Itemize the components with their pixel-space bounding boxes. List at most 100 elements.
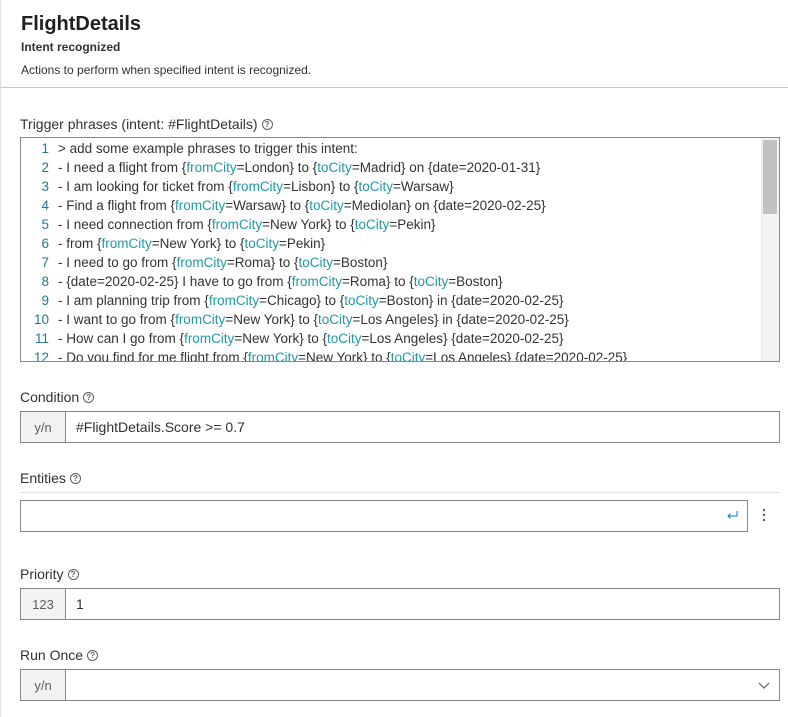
- line-number: 4: [41, 198, 49, 213]
- entity-name: fromCity: [291, 274, 343, 289]
- phrase-text: - Find a flight from {: [58, 198, 176, 213]
- editor-line[interactable]: 10- I want to go from {fromCity=New York…: [21, 312, 761, 331]
- phrase-text: =Warsaw} to {: [225, 198, 310, 213]
- phrase-text: - {date=2020-02-25} I have to go from {: [58, 274, 292, 289]
- line-code: - I need to go from {fromCity=Roma} to {…: [49, 255, 387, 274]
- priority-field[interactable]: 123 1: [20, 588, 780, 620]
- phrase-text: - I am planning trip from {: [58, 293, 209, 308]
- phrase-text: =Los Angeles} {date=2020-02-25}: [361, 331, 564, 346]
- phrase-text: =London} to {: [236, 160, 318, 175]
- editor-line[interactable]: 12- Do you find for me flight from {from…: [21, 350, 761, 362]
- priority-input[interactable]: 1: [76, 589, 84, 619]
- phrase-text: =New York} to {: [225, 312, 319, 327]
- entity-name: toCity: [244, 236, 279, 251]
- phrase-text: =Los Angeles} in {date=2020-02-25}: [352, 312, 569, 327]
- phrase-text: =Chicago} to {: [259, 293, 345, 308]
- line-number: 3: [41, 179, 49, 194]
- line-number: 8: [41, 274, 49, 289]
- entity-name: fromCity: [175, 312, 226, 327]
- line-number: 10: [33, 312, 49, 327]
- priority-type-prefix: 123: [21, 589, 66, 619]
- editor-line[interactable]: 7- I need to go from {fromCity=Roma} to …: [21, 255, 761, 274]
- phrase-text: =Los Angeles} {date=2020-02-25}: [425, 350, 628, 362]
- page-title: FlightDetails: [21, 13, 142, 35]
- editor-lines: 1 > add some example phrases to trigger t…: [21, 141, 761, 362]
- condition-field[interactable]: y/n #FlightDetails.Score >= 0.7: [20, 411, 780, 443]
- entity-name: fromCity: [211, 217, 263, 232]
- page-subtitle: Intent recognized: [21, 40, 121, 54]
- line-code: - from {fromCity=New York} to {toCity=Pe…: [49, 236, 325, 255]
- editor-line[interactable]: 6- from {fromCity=New York} to {toCity=P…: [21, 236, 761, 255]
- entities-label: Entities ?: [20, 470, 81, 486]
- entity-name: fromCity: [101, 236, 152, 251]
- line-code: - How can I go from {fromCity=New York} …: [49, 331, 563, 350]
- line-number: 6: [41, 236, 49, 251]
- entity-name: toCity: [390, 350, 426, 362]
- entity-name: toCity: [413, 274, 449, 289]
- phrase-text: - I need a flight from {: [58, 160, 187, 175]
- phrase-text: =New York} to {: [262, 217, 355, 232]
- phrase-text: =Boston}: [333, 255, 388, 270]
- phrase-text: =New York} to {: [151, 236, 245, 251]
- editor-line[interactable]: 5- I need connection from {fromCity=New …: [21, 217, 761, 236]
- line-number: 2: [41, 160, 49, 175]
- editor-line[interactable]: 9- I am planning trip from {fromCity=Chi…: [21, 293, 761, 312]
- entity-name: fromCity: [184, 331, 235, 346]
- editor-scrollbar[interactable]: [761, 138, 779, 361]
- line-number: 12: [33, 350, 49, 362]
- phrase-text: =Boston}: [448, 274, 503, 289]
- help-circle-icon[interactable]: ?: [87, 649, 99, 661]
- phrase-text: =Pekin}: [389, 217, 436, 232]
- editor-line[interactable]: 4- Find a flight from {fromCity=Warsaw} …: [21, 198, 761, 217]
- condition-input[interactable]: #FlightDetails.Score >= 0.7: [76, 412, 245, 442]
- page-header: FlightDetails Intent recognized Actions …: [1, 0, 788, 88]
- line-code: > add some example phrases to trigger th…: [49, 141, 358, 160]
- run-once-field[interactable]: y/n: [20, 669, 780, 701]
- phrase-text: =Roma} to {: [226, 255, 299, 270]
- enter-icon[interactable]: [725, 509, 739, 525]
- editor-line[interactable]: 2- I need a flight from {fromCity=London…: [21, 160, 761, 179]
- editor-line[interactable]: 3- I am looking for ticket from {fromCit…: [21, 179, 761, 198]
- trigger-phrases-label-text: Trigger phrases (intent: #FlightDetails): [20, 116, 258, 132]
- phrase-text: - I want to go from {: [58, 312, 176, 327]
- priority-label-text: Priority: [20, 566, 64, 582]
- run-once-label-text: Run Once: [20, 647, 84, 663]
- phrase-text: - from {: [58, 236, 102, 251]
- trigger-phrases-editor[interactable]: 1 > add some example phrases to trigger t…: [20, 137, 780, 362]
- phrase-text: =New York} to {: [234, 331, 328, 346]
- line-code: - I want to go from {fromCity=New York} …: [49, 312, 569, 331]
- phrase-text: =New York} to {: [298, 350, 391, 362]
- help-circle-icon[interactable]: ?: [69, 472, 81, 484]
- help-circle-icon[interactable]: ?: [67, 568, 79, 580]
- entity-name: fromCity: [175, 198, 226, 213]
- help-circle-icon[interactable]: ?: [83, 391, 95, 403]
- entity-name: fromCity: [176, 255, 227, 270]
- phrase-text: =Lisbon} to {: [283, 179, 359, 194]
- more-vertical-icon[interactable]: [758, 507, 770, 525]
- line-code: - I need connection from {fromCity=New Y…: [49, 217, 435, 236]
- condition-label-text: Condition: [20, 389, 80, 405]
- entity-name: toCity: [309, 198, 344, 213]
- phrase-text: - Do you find for me flight from {: [58, 350, 248, 362]
- editor-scrollbar-thumb[interactable]: [763, 140, 777, 214]
- line-number: 7: [41, 255, 49, 270]
- chevron-down-icon[interactable]: [757, 678, 771, 692]
- phrase-text: > add some example phrases to trigger th…: [58, 141, 358, 156]
- phrase-text: =Boston} in {date=2020-02-25}: [378, 293, 564, 308]
- phrase-text: =Pekin}: [278, 236, 326, 251]
- entities-divider: [20, 492, 780, 493]
- line-number: 9: [41, 293, 49, 308]
- entity-name: toCity: [298, 255, 334, 270]
- line-number: 1: [41, 141, 49, 156]
- entities-input[interactable]: [20, 500, 748, 532]
- help-circle-icon[interactable]: ?: [261, 118, 273, 130]
- phrase-text: =Roma} to {: [342, 274, 414, 289]
- trigger-phrases-label: Trigger phrases (intent: #FlightDetails)…: [20, 116, 273, 132]
- phrase-text: =Madrid} on {date=2020-01-31}: [351, 160, 541, 175]
- editor-line[interactable]: 11- How can I go from {fromCity=New York…: [21, 331, 761, 350]
- phrase-text: =Warsaw}: [393, 179, 454, 194]
- line-code: - Find a flight from {fromCity=Warsaw} t…: [49, 198, 546, 217]
- editor-line[interactable]: 1 > add some example phrases to trigger t…: [21, 141, 761, 160]
- editor-line[interactable]: 8 - {date=2020-02-25} I have to go from {…: [21, 274, 761, 293]
- page-description: Actions to perform when specified intent…: [21, 63, 312, 77]
